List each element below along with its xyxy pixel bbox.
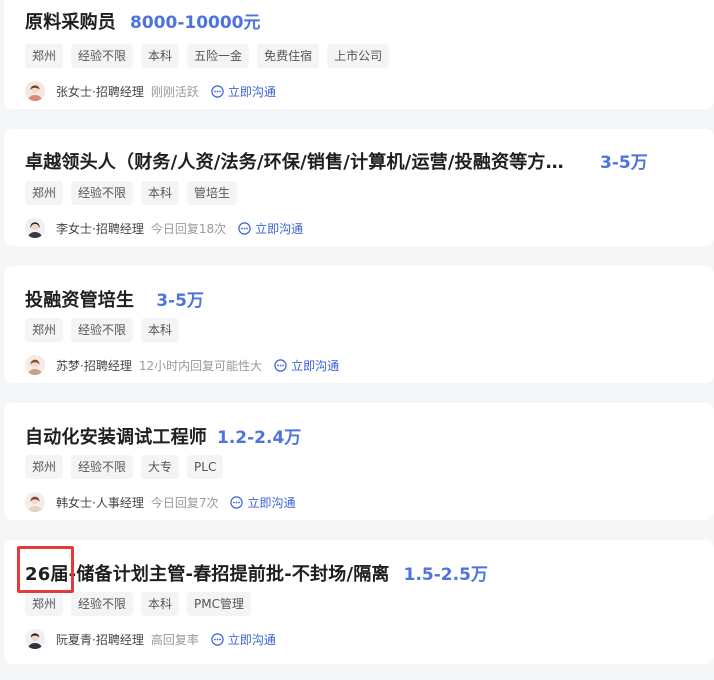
job-salary: 3-5万 xyxy=(156,291,204,311)
tag-location: 郑州 xyxy=(25,592,64,616)
job-title[interactable]: 原料采购员 xyxy=(25,8,116,34)
highlight-box xyxy=(17,546,74,593)
job-salary: 1.2-2.4万 xyxy=(217,428,302,448)
job-tags: 郑州 经验不限 本科 五险一金 免费住宿 上市公司 xyxy=(25,44,390,68)
chat-button[interactable]: 立即沟通 xyxy=(238,220,303,237)
tag-benefit: 五险一金 xyxy=(187,44,250,68)
recruiter-name: 张女士·招聘经理 xyxy=(56,84,144,99)
recruiter-name: 李女士·招聘经理 xyxy=(56,221,144,236)
job-tags: 郑州 经验不限 大专 PLC xyxy=(25,455,224,479)
tag-experience: 经验不限 xyxy=(71,455,134,479)
recruiter-activity: 今日回复7次 xyxy=(150,495,219,510)
job-title[interactable]: 自动化安装调试工程师 xyxy=(25,423,207,449)
recruiter-name: 苏梦·招聘经理 xyxy=(56,358,132,373)
job-header: 26届-储备计划主管-春招提前批-不封场/隔离 1.5-2.5万 xyxy=(25,560,488,586)
job-header: 原料采购员 8000-10000元 xyxy=(25,8,261,34)
job-tags: 郑州 经验不限 本科 xyxy=(25,318,180,342)
chat-label: 立即沟通 xyxy=(255,221,304,236)
job-card[interactable]: 自动化安装调试工程师 1.2-2.4万 郑州 经验不限 大专 PLC 韩女士·人… xyxy=(4,403,714,520)
tag-skill: PLC xyxy=(187,455,224,479)
recruiter-row: 阮夏青·招聘经理 高回复率 立即沟通 xyxy=(25,629,276,649)
job-salary: 3-5万 xyxy=(600,153,648,173)
recruiter-row: 李女士·招聘经理 今日回复18次 立即沟通 xyxy=(25,218,303,238)
chat-button[interactable]: 立即沟通 xyxy=(211,631,276,648)
chat-label: 立即沟通 xyxy=(291,358,340,373)
tag-education: 本科 xyxy=(141,592,180,616)
avatar-icon xyxy=(25,629,45,649)
tag-category: 管培生 xyxy=(187,181,238,205)
recruiter-row: 韩女士·人事经理 今日回复7次 立即沟通 xyxy=(25,492,295,512)
recruiter-row: 苏梦·招聘经理 12小时内回复可能性大 立即沟通 xyxy=(25,355,339,375)
recruiter-name: 阮夏青·招聘经理 xyxy=(56,632,144,647)
tag-education: 本科 xyxy=(141,44,180,68)
tag-education: 大专 xyxy=(141,455,180,479)
avatar-icon xyxy=(25,218,45,238)
tag-skill: PMC管理 xyxy=(187,592,252,616)
chat-button[interactable]: 立即沟通 xyxy=(274,357,339,374)
avatar-icon xyxy=(25,355,45,375)
chat-label: 立即沟通 xyxy=(227,632,276,647)
tag-benefit: 免费住宿 xyxy=(257,44,320,68)
job-card[interactable]: 原料采购员 8000-10000元 郑州 经验不限 本科 五险一金 免费住宿 上… xyxy=(4,0,714,109)
chat-label: 立即沟通 xyxy=(247,495,296,510)
recruiter-activity: 12小时内回复可能性大 xyxy=(138,358,263,373)
job-tags: 郑州 经验不限 本科 管培生 xyxy=(25,181,238,205)
chat-button[interactable]: 立即沟通 xyxy=(230,494,295,511)
job-header: 卓越领头人（财务/人资/法务/环保/销售/计算机/运营/投融资等方向） 3-5万 xyxy=(25,148,648,174)
job-title[interactable]: 26届-储备计划主管-春招提前批-不封场/隔离 xyxy=(25,560,390,586)
avatar-icon xyxy=(25,492,45,512)
job-title[interactable]: 卓越领头人（财务/人资/法务/环保/销售/计算机/运营/投融资等方向） xyxy=(25,148,570,174)
job-salary: 1.5-2.5万 xyxy=(403,565,488,585)
chat-button[interactable]: 立即沟通 xyxy=(211,83,276,100)
tag-location: 郑州 xyxy=(25,181,64,205)
recruiter-activity: 高回复率 xyxy=(150,632,199,647)
tag-location: 郑州 xyxy=(25,318,64,342)
tag-location: 郑州 xyxy=(25,44,64,68)
tag-experience: 经验不限 xyxy=(71,318,134,342)
job-header: 自动化安装调试工程师 1.2-2.4万 xyxy=(25,423,301,449)
recruiter-activity: 今日回复18次 xyxy=(150,221,227,236)
job-card[interactable]: 卓越领头人（财务/人资/法务/环保/销售/计算机/运营/投融资等方向） 3-5万… xyxy=(4,129,714,246)
recruiter-name: 韩女士·人事经理 xyxy=(56,495,144,510)
job-card[interactable]: 投融资管培生 3-5万 郑州 经验不限 本科 苏梦·招聘经理 12小时内回复可能… xyxy=(4,266,714,383)
job-header: 投融资管培生 3-5万 xyxy=(25,286,204,312)
chat-label: 立即沟通 xyxy=(227,84,276,99)
job-salary: 8000-10000元 xyxy=(130,13,261,33)
recruiter-row: 张女士·招聘经理 刚刚活跃 立即沟通 xyxy=(25,81,276,101)
chat-bubble-icon xyxy=(211,632,224,646)
job-title[interactable]: 投融资管培生 xyxy=(25,286,134,312)
chat-bubble-icon xyxy=(274,358,287,372)
chat-bubble-icon xyxy=(238,221,251,235)
tag-company-type: 上市公司 xyxy=(327,44,390,68)
job-tags: 郑州 经验不限 本科 PMC管理 xyxy=(25,592,252,616)
tag-education: 本科 xyxy=(141,181,180,205)
tag-experience: 经验不限 xyxy=(71,592,134,616)
job-card[interactable]: 26届-储备计划主管-春招提前批-不封场/隔离 1.5-2.5万 郑州 经验不限… xyxy=(4,540,714,664)
tag-experience: 经验不限 xyxy=(71,181,134,205)
job-list: 原料采购员 8000-10000元 郑州 经验不限 本科 五险一金 免费住宿 上… xyxy=(0,0,714,680)
recruiter-activity: 刚刚活跃 xyxy=(150,84,199,99)
chat-bubble-icon xyxy=(230,495,244,509)
chat-bubble-icon xyxy=(211,84,224,98)
avatar-icon xyxy=(25,81,45,101)
tag-location: 郑州 xyxy=(25,455,64,479)
tag-experience: 经验不限 xyxy=(71,44,134,68)
tag-education: 本科 xyxy=(141,318,180,342)
